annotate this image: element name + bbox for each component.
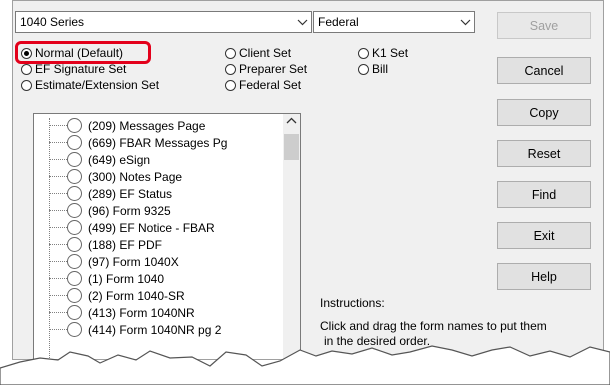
tree-node-circle-icon bbox=[67, 305, 82, 320]
copy-button[interactable]: Copy bbox=[497, 99, 591, 126]
radio-ef-signature-label: EF Signature Set bbox=[35, 62, 127, 76]
list-item[interactable]: (414) Form 1040NR pg 2 bbox=[34, 321, 221, 338]
cancel-button[interactable]: Cancel bbox=[497, 57, 591, 84]
jurisdiction-dropdown[interactable]: Federal bbox=[313, 11, 475, 33]
tree-branch-line bbox=[49, 295, 67, 296]
list-item-label: (300) Notes Page bbox=[88, 169, 183, 184]
radio-preparer-label: Preparer Set bbox=[239, 62, 308, 76]
tree-node-circle-icon bbox=[67, 220, 82, 235]
find-button[interactable]: Find bbox=[497, 181, 591, 208]
radio-unchecked-icon bbox=[21, 63, 32, 75]
jurisdiction-dropdown-value: Federal bbox=[318, 15, 359, 29]
radio-k1-set[interactable]: K1 Set bbox=[358, 45, 408, 61]
list-item-label: (96) Form 9325 bbox=[88, 203, 171, 218]
list-item-label: (413) Form 1040NR bbox=[88, 305, 195, 320]
list-item-label: (188) EF PDF bbox=[88, 237, 163, 252]
tree-branch-line bbox=[49, 227, 67, 228]
tree-branch-line bbox=[49, 142, 67, 143]
tree-node-circle-icon bbox=[67, 118, 82, 133]
instructions-line-2: in the desired order. bbox=[324, 334, 431, 348]
list-item[interactable]: (499) EF Notice - FBAR bbox=[34, 219, 215, 236]
tree-node-circle-icon bbox=[67, 135, 82, 150]
tree-node-circle-icon bbox=[67, 254, 82, 269]
series-dropdown[interactable]: 1040 Series bbox=[15, 11, 312, 33]
tree-branch-line bbox=[49, 210, 67, 211]
tree-branch-line bbox=[49, 244, 67, 245]
radio-estimate-extension-label: Estimate/Extension Set bbox=[35, 78, 160, 92]
list-item-label: (289) EF Status bbox=[88, 186, 173, 201]
tree-branch-line bbox=[49, 329, 67, 330]
radio-unchecked-icon bbox=[225, 79, 236, 91]
radio-bill-label: Bill bbox=[372, 62, 389, 76]
radio-federal-label: Federal Set bbox=[239, 78, 302, 92]
list-item[interactable]: (649) eSign bbox=[34, 151, 150, 168]
tree-branch-line bbox=[49, 261, 67, 262]
list-item[interactable]: (2) Form 1040-SR bbox=[34, 287, 185, 304]
scroll-up-arrow-icon[interactable] bbox=[286, 116, 297, 126]
radio-k1-label: K1 Set bbox=[372, 46, 409, 60]
reset-button[interactable]: Reset bbox=[497, 140, 591, 167]
tree-branch-line bbox=[49, 176, 67, 177]
form-order-list[interactable]: (209) Messages Page (669) FBAR Messages P… bbox=[33, 113, 301, 359]
form-order-dialog: 1040 Series Federal Normal (Default) EF … bbox=[12, 0, 604, 360]
list-item-label: (2) Form 1040-SR bbox=[88, 288, 185, 303]
tree-node-circle-icon bbox=[67, 288, 82, 303]
list-item-label: (1) Form 1040 bbox=[88, 271, 165, 286]
tree-node-circle-icon bbox=[67, 186, 82, 201]
help-button[interactable]: Help bbox=[497, 263, 591, 290]
instructions-heading: Instructions: bbox=[320, 296, 385, 310]
list-item[interactable]: (669) FBAR Messages Pg bbox=[34, 134, 227, 151]
tree-node-circle-icon bbox=[67, 271, 82, 286]
list-item-label: (209) Messages Page bbox=[88, 118, 206, 133]
radio-unchecked-icon bbox=[358, 47, 369, 59]
radio-federal-set[interactable]: Federal Set bbox=[225, 77, 301, 93]
list-item[interactable]: (97) Form 1040X bbox=[34, 253, 179, 270]
tree-branch-line bbox=[49, 312, 67, 313]
tree-branch-line bbox=[49, 193, 67, 194]
radio-estimate-extension-set[interactable]: Estimate/Extension Set bbox=[21, 77, 159, 93]
radio-unchecked-icon bbox=[225, 47, 236, 59]
radio-unchecked-icon bbox=[21, 79, 32, 91]
list-item[interactable]: (1) Form 1040 bbox=[34, 270, 164, 287]
list-item[interactable]: (413) Form 1040NR bbox=[34, 304, 195, 321]
list-item-label: (97) Form 1040X bbox=[88, 254, 179, 269]
list-item-label: (414) Form 1040NR pg 2 bbox=[88, 322, 222, 337]
radio-unchecked-icon bbox=[225, 63, 236, 75]
list-scrollbar[interactable] bbox=[283, 114, 300, 359]
list-item-label: (499) EF Notice - FBAR bbox=[88, 220, 215, 235]
list-item-label: (669) FBAR Messages Pg bbox=[88, 135, 228, 150]
tree-branch-line bbox=[49, 278, 67, 279]
instructions-line-1: Click and drag the form names to put the… bbox=[320, 319, 547, 333]
tree-node-circle-icon bbox=[67, 169, 82, 184]
tree-node-circle-icon bbox=[67, 237, 82, 252]
tree-branch-line bbox=[49, 125, 67, 126]
series-dropdown-value: 1040 Series bbox=[20, 15, 85, 29]
annotation-highlight-box bbox=[15, 41, 151, 64]
chevron-down-icon[interactable] bbox=[456, 19, 474, 26]
radio-unchecked-icon bbox=[358, 63, 369, 75]
tree-node-circle-icon bbox=[67, 152, 82, 167]
tree-branch-line bbox=[49, 159, 67, 160]
list-item[interactable]: (96) Form 9325 bbox=[34, 202, 171, 219]
save-button[interactable]: Save bbox=[497, 12, 591, 39]
list-item[interactable]: (188) EF PDF bbox=[34, 236, 162, 253]
list-item[interactable]: (209) Messages Page bbox=[34, 117, 205, 134]
radio-client-label: Client Set bbox=[239, 46, 292, 60]
list-item[interactable]: (300) Notes Page bbox=[34, 168, 182, 185]
radio-client-set[interactable]: Client Set bbox=[225, 45, 291, 61]
radio-preparer-set[interactable]: Preparer Set bbox=[225, 61, 307, 77]
tree-node-circle-icon bbox=[67, 322, 82, 337]
chevron-down-icon[interactable] bbox=[293, 19, 311, 26]
list-item-label: (649) eSign bbox=[88, 152, 151, 167]
exit-button[interactable]: Exit bbox=[497, 222, 591, 249]
radio-bill[interactable]: Bill bbox=[358, 61, 388, 77]
scroll-thumb[interactable] bbox=[284, 134, 299, 160]
list-item[interactable]: (289) EF Status bbox=[34, 185, 172, 202]
tree-node-circle-icon bbox=[67, 203, 82, 218]
